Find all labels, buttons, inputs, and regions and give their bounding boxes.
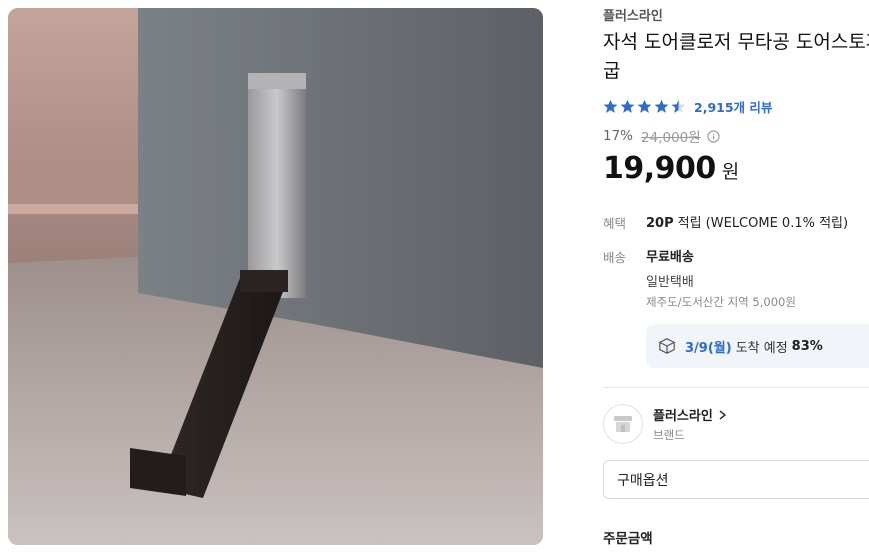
brand-link[interactable]: 플러스라인 <box>603 5 663 24</box>
info-icon[interactable] <box>707 129 720 143</box>
star-icon <box>603 99 618 113</box>
sale-price: 19,900 원 <box>603 151 739 186</box>
price-unit: 원 <box>721 161 740 183</box>
purchase-option-select[interactable]: 구매옵션 <box>603 460 869 499</box>
store-icon <box>614 416 632 432</box>
star-icon <box>637 99 652 113</box>
product-title: 자석 도어클로저 무타공 도어스토퍼 말발굽 <box>603 31 869 82</box>
seller-name: 플러스라인 <box>653 409 713 424</box>
arrival-estimate[interactable]: 3/9(월) 도착 예정 83% <box>646 324 869 368</box>
seller-avatar[interactable] <box>603 404 643 444</box>
benefit-points: 20P <box>646 216 674 231</box>
rating-row[interactable]: 2,915개 리뷰 <box>603 97 772 116</box>
review-count-link[interactable]: 2,915개 리뷰 <box>694 97 772 116</box>
price-value: 19,900 <box>603 151 716 186</box>
star-icon <box>654 99 669 113</box>
shipping-extra-fee: 제주도/도서산간 지역 5,000원 <box>646 295 796 309</box>
chevron-right-icon <box>719 409 727 420</box>
discount-rate: 17% <box>603 128 634 144</box>
product-image[interactable] <box>8 8 543 545</box>
benefit-label: 혜택 <box>603 216 627 231</box>
benefit-value: 20P 적립 (WELCOME 0.1% 적립) <box>646 212 848 231</box>
arrival-date: 3/9(월) <box>685 340 732 356</box>
original-price: 24,000원 <box>641 130 701 146</box>
seller-type: 브랜드 <box>653 428 685 442</box>
star-icon <box>620 99 635 113</box>
discount-row: 17% 24,000원 <box>603 126 720 146</box>
shipping-label: 배송 <box>603 250 627 265</box>
door-stopper-illustration <box>8 8 543 545</box>
order-total-label: 주문금액 <box>603 531 653 547</box>
arrival-probability: 83% <box>791 338 823 354</box>
star-rating <box>603 99 686 114</box>
section-divider <box>603 387 869 388</box>
seller-name-link[interactable]: 플러스라인 <box>653 405 727 424</box>
free-shipping: 무료배송 <box>646 250 694 265</box>
star-half-icon <box>671 99 686 113</box>
benefit-text: 적립 (WELCOME 0.1% 적립) <box>677 216 849 231</box>
box-icon <box>658 338 676 354</box>
arrival-text: 도착 예정 <box>735 340 788 356</box>
product-info-panel: 플러스라인 자석 도어클로저 무타공 도어스토퍼 말발굽 2,915개 리뷰 1… <box>603 0 869 558</box>
shipping-type: 일반택배 <box>646 275 694 290</box>
